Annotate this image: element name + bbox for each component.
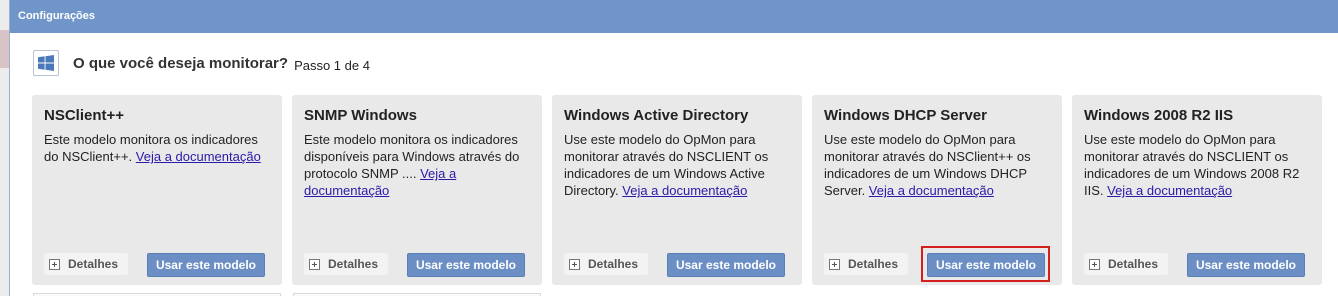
template-card-nsclient: NSClient++ Este modelo monitora os indic… (32, 95, 282, 285)
details-button[interactable]: Detalhes (1084, 253, 1168, 275)
dialog-title: Configurações (18, 10, 96, 22)
expand-plus-icon (569, 258, 580, 270)
expand-plus-icon (1089, 258, 1100, 270)
details-button[interactable]: Detalhes (304, 253, 388, 275)
card-title: Windows 2008 R2 IIS (1084, 107, 1234, 124)
expand-plus-icon (309, 258, 320, 270)
use-template-button[interactable]: Usar este modelo (1187, 253, 1305, 277)
template-card-windows-active-directory: Windows Active Directory Use este modelo… (552, 95, 802, 285)
page-title: O que você deseja monitorar? (73, 54, 289, 72)
card-title: SNMP Windows (304, 107, 417, 124)
template-card-windows-2008-r2-iis: Windows 2008 R2 IIS Use este modelo do O… (1072, 95, 1322, 285)
card-description: Use este modelo do OpMon para monitorar … (564, 131, 792, 199)
card-description: Este modelo monitora os indicadores disp… (304, 131, 532, 199)
dialog-titlebar[interactable]: Configurações (10, 0, 1338, 33)
details-label: Detalhes (328, 257, 379, 271)
details-label: Detalhes (1108, 257, 1159, 271)
expand-plus-icon (829, 258, 840, 270)
card-title: Windows Active Directory (564, 107, 749, 124)
details-label: Detalhes (848, 257, 899, 271)
details-label: Detalhes (68, 257, 119, 271)
card-title: NSClient++ (44, 107, 125, 124)
details-button[interactable]: Detalhes (564, 253, 648, 275)
details-button[interactable]: Detalhes (824, 253, 908, 275)
documentation-link[interactable]: Veja a documentação (1107, 183, 1232, 198)
documentation-link[interactable]: Veja a documentação (869, 183, 994, 198)
windows-icon (33, 50, 59, 76)
card-description: Use este modelo do OpMon para monitorar … (824, 131, 1052, 199)
card-description: Este modelo monitora os indicadores do N… (44, 131, 272, 165)
template-card-snmp-windows: SNMP Windows Este modelo monitora os ind… (292, 95, 542, 285)
card-description: Use este modelo do OpMon para monitorar … (1084, 131, 1312, 199)
details-label: Detalhes (588, 257, 639, 271)
template-card-windows-dhcp-server: Windows DHCP Server Use este modelo do O… (812, 95, 1062, 285)
configuration-dialog: Configurações O que você deseja monitora… (9, 0, 1338, 296)
details-button[interactable]: Detalhes (44, 253, 128, 275)
use-template-button[interactable]: Usar este modelo (407, 253, 525, 277)
documentation-link[interactable]: Veja a documentação (136, 149, 261, 164)
use-template-button[interactable]: Usar este modelo (147, 253, 265, 277)
card-title: Windows DHCP Server (824, 107, 987, 124)
expand-plus-icon (49, 258, 60, 270)
wizard-step-indicator: Passo 1 de 4 (294, 57, 370, 73)
use-template-button[interactable]: Usar este modelo (667, 253, 785, 277)
card-description-text: Este modelo monitora os indicadores disp… (304, 132, 520, 181)
documentation-link[interactable]: Veja a documentação (622, 183, 747, 198)
use-template-button[interactable]: Usar este modelo (927, 253, 1045, 277)
wizard-header: O que você deseja monitorar? Passo 1 de … (33, 50, 370, 76)
